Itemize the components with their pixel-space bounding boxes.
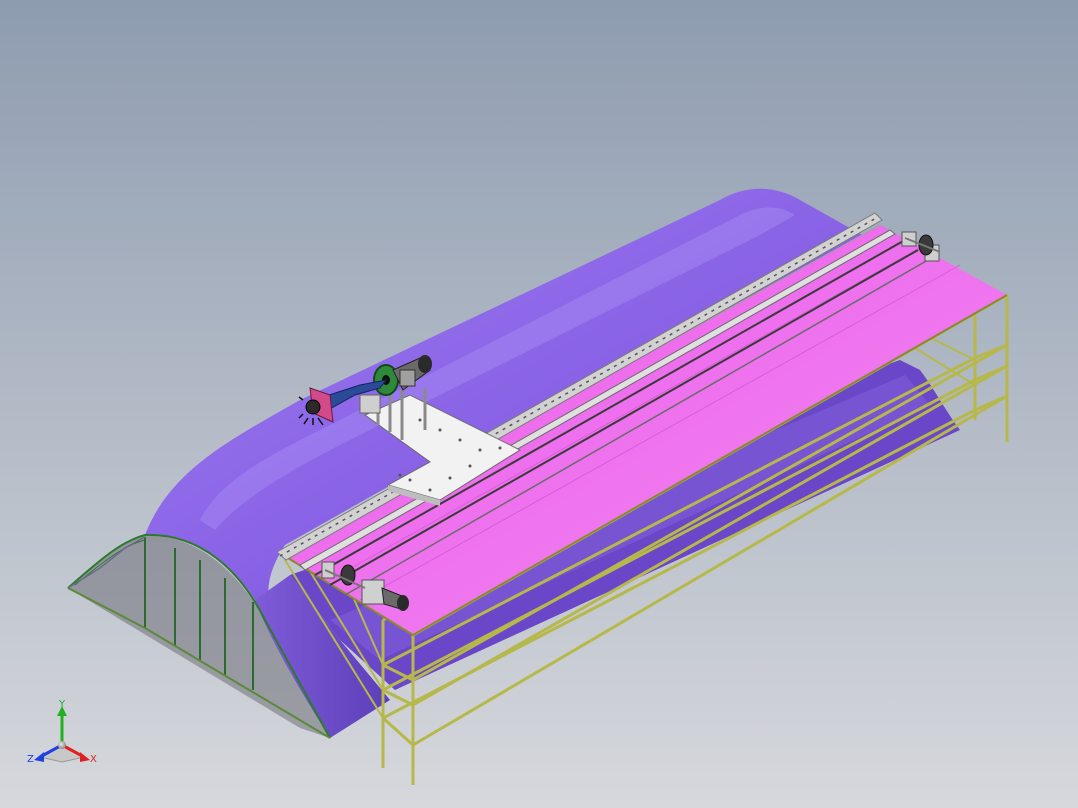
triad-x-label: X xyxy=(90,754,97,765)
triad-y-label: Y xyxy=(58,699,66,710)
triad-origin xyxy=(58,741,66,749)
motor-end-cap xyxy=(418,355,432,373)
near-gearbox xyxy=(361,579,385,605)
model-canvas[interactable]: Y X Z xyxy=(0,0,1078,808)
effector-gear xyxy=(305,399,321,415)
near-bearing-block xyxy=(321,561,335,579)
motor-housing xyxy=(399,369,416,387)
near-motor-cap xyxy=(397,595,409,611)
cad-viewport[interactable]: Y X Z xyxy=(0,0,1078,808)
motor-mount-block xyxy=(359,394,381,414)
triad-z-label: Z xyxy=(27,754,34,765)
